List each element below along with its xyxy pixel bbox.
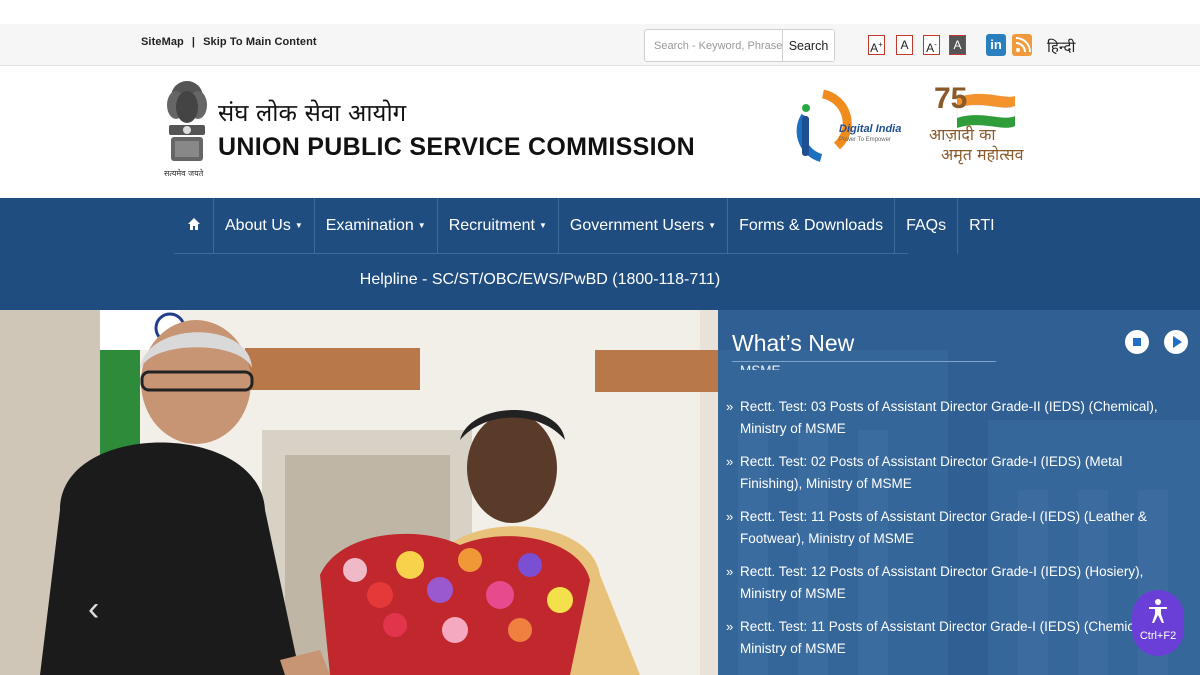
font-decrease-button[interactable]: A- [923,35,940,55]
digital-india-tagline: Power To Empower [839,137,891,143]
nav-item-faqs[interactable]: FAQs [895,198,959,254]
azadi-line-2: अमृत महोत्सव [941,145,1024,164]
nav-item-examination[interactable]: Examination ▼ [315,198,438,254]
rss-icon[interactable] [1012,34,1032,56]
font-increase-label: A [870,41,879,55]
nav-item-label: Examination [325,217,414,235]
hero-carousel: ‹ [0,310,718,675]
nav-home[interactable] [174,198,214,254]
news-item[interactable]: Rectt. Test: 03 Posts of Assistant Direc… [726,396,1188,440]
azadi-line-1: आज़ादी का [929,125,996,144]
hindi-language-link[interactable]: हिन्दी [1047,37,1075,57]
digital-india-text: Digital India [839,123,902,135]
top-links-separator: | [191,36,196,48]
search-box: Search [644,29,835,62]
nav-item-government-users[interactable]: Government Users ▼ [559,198,729,254]
nav-item-label: Recruitment [448,217,535,235]
font-increase-sup: + [878,40,883,49]
caret-down-icon: ▼ [417,221,426,230]
news-item[interactable]: Rectt. Test: 02 Posts of Assistant Direc… [726,451,1188,495]
top-edge [0,0,1200,24]
nav-item-forms-downloads[interactable]: Forms & Downloads [728,198,896,254]
caret-down-icon: ▼ [708,221,717,230]
accessibility-button[interactable]: Ctrl+F2 [1132,590,1184,656]
nav-item-label: Forms & Downloads [739,217,884,234]
search-button[interactable]: Search [782,30,834,61]
home-icon [188,218,200,230]
site-header: सत्यमेव जयते संघ लोक सेवा आयोग UNION PUB… [0,66,1200,198]
high-contrast-button[interactable]: A [949,35,966,55]
font-decrease-label: A [926,41,935,55]
nav-item-label: Government Users [569,217,705,235]
skip-to-main-content-link[interactable]: Skip To Main Content [203,36,317,48]
whats-new-list: Rectt. Test: 03 Posts of Assistant Direc… [726,396,1188,671]
org-name[interactable]: UNION PUBLIC SERVICE COMMISSION [218,133,695,162]
sitemap-link[interactable]: SiteMap [141,36,184,48]
whats-new-title: What’s New [732,330,855,356]
nav-item-recruitment[interactable]: Recruitment ▼ [438,198,559,254]
linkedin-icon[interactable]: in [986,34,1006,56]
nav-item-label: FAQs [906,217,947,234]
main-navigation: About Us ▼ Examination ▼ Recruitment ▼ Governm… [0,198,1200,310]
nav-menu: About Us ▼ Examination ▼ Recruitment ▼ Governm… [174,198,995,254]
ticker-play-icon[interactable] [1164,330,1188,354]
font-decrease-sup: - [934,40,937,49]
emblem-caption: सत्यमेव जयते [164,169,204,178]
hero-image [0,310,718,675]
font-normal-button[interactable]: A [896,35,913,55]
news-item[interactable]: Rectt. Test: 11 Posts of Assistant Direc… [726,616,1188,660]
nav-item-rti[interactable]: RTI [958,198,1005,254]
news-item[interactable]: Rectt. Test: 12 Posts of Assistant Direc… [726,561,1188,605]
org-name-hindi: संघ लोक सेवा आयोग [218,99,407,127]
helpline-text[interactable]: Helpline - SC/ST/OBC/EWS/PwBD (1800-118-… [0,271,1080,289]
accessibility-icon [1132,598,1184,632]
news-partial-item: MSME [740,360,781,370]
national-emblem-icon[interactable] [165,77,209,181]
top-utility-bar: SiteMap|Skip To Main Content Search A+ A… [0,0,1200,66]
whats-new-panel: What’s New MSME Rectt. Test: 03 Posts of… [718,310,1200,675]
azadi-number: 75 [934,82,968,115]
font-increase-button[interactable]: A+ [868,35,885,55]
azadi-text: आज़ादी का अमृत महोत्सव [929,125,1024,165]
caret-down-icon: ▼ [294,221,303,230]
caret-down-icon: ▼ [538,221,547,230]
ticker-stop-icon[interactable] [1125,330,1149,354]
accessibility-shortcut-label: Ctrl+F2 [1139,630,1177,642]
top-links: SiteMap | Skip To Main Content [141,36,317,48]
rss-glyph [1015,37,1031,53]
search-input[interactable] [645,30,782,61]
nav-item-label: RTI [969,217,995,234]
news-item[interactable]: Rectt. Test: 11 Posts of Assistant Direc… [726,506,1188,550]
nav-item-about-us[interactable]: About Us ▼ [214,198,315,254]
nav-item-label: About Us [225,217,291,235]
carousel-prev-icon[interactable]: ‹ [88,590,99,629]
